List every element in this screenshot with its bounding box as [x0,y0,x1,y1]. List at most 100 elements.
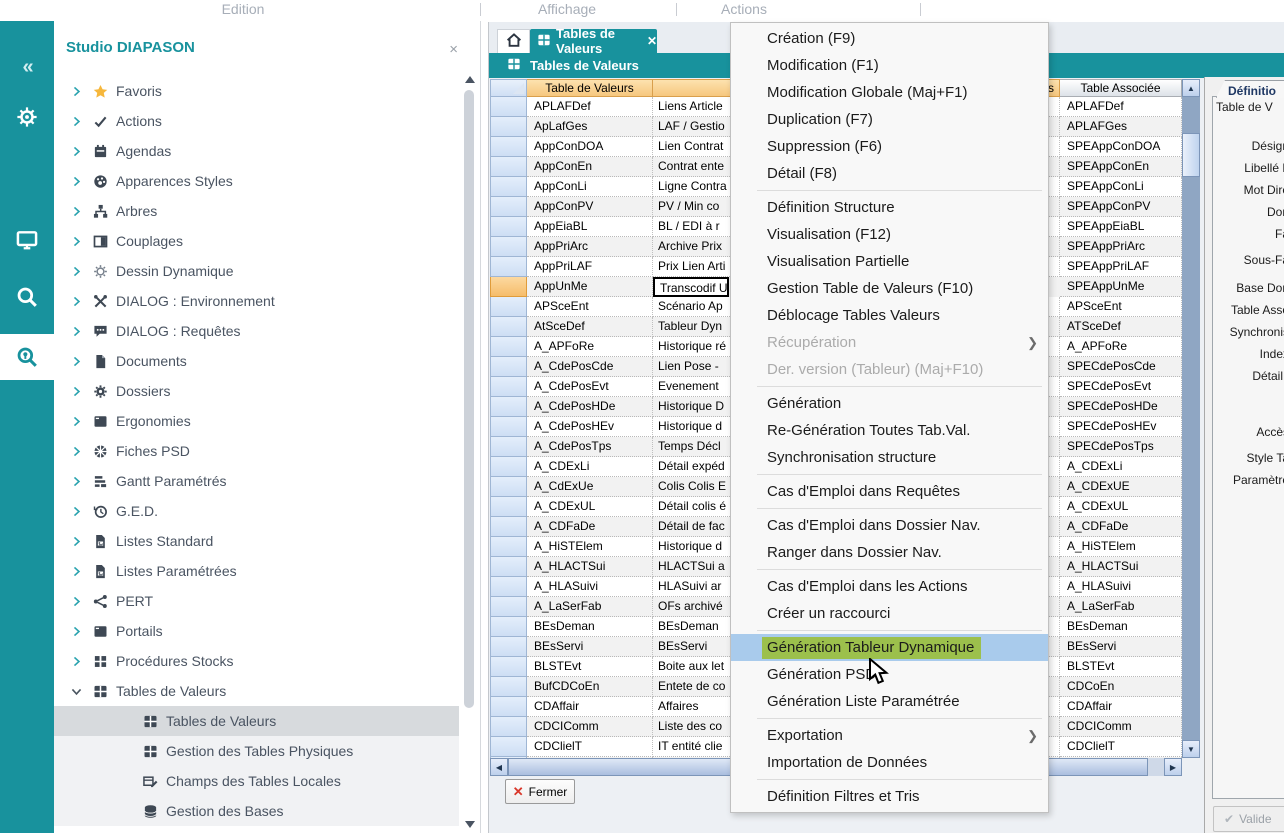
cell-table-associee[interactable]: SPEAppPriArc [1060,237,1182,257]
cell-table-associee[interactable]: SPEAppConPV [1060,197,1182,217]
tree-scroll-up-icon[interactable] [465,76,475,83]
cell-table-name[interactable]: A_HLASuivi [527,577,653,597]
row-selector-cell[interactable] [490,597,527,617]
cell-table-associee[interactable]: SPEAppUnMe [1060,277,1182,297]
cell-table-associee[interactable]: A_HLASuivi [1060,577,1182,597]
menu-item-modification-globale-maj-f1-[interactable]: Modification Globale (Maj+F1) [731,79,1048,106]
tab-close-icon[interactable]: ✕ [647,34,657,48]
menu-item-d-finition-filtres-et-tris[interactable]: Définition Filtres et Tris [731,783,1048,810]
row-selector-cell[interactable] [490,697,527,717]
grid-corner-cell[interactable] [490,79,527,97]
sidebar-item-arbres[interactable]: Arbres [54,196,459,226]
cell-table-name[interactable]: A_CdePosEvt [527,377,653,397]
row-selector-cell[interactable] [490,397,527,417]
cell-table-associee[interactable]: SPECdePosHDe [1060,397,1182,417]
row-selector-cell[interactable] [490,497,527,517]
row-selector-cell[interactable] [490,677,527,697]
validate-button[interactable]: ✔ Valide [1213,806,1284,832]
cell-table-name[interactable]: CDAffair [527,697,653,717]
definition-tab[interactable]: Définitio [1216,80,1284,98]
sidebar-item-couplages[interactable]: Couplages [54,226,459,256]
cell-table-name[interactable]: AppConEn [527,157,653,177]
rail-item-star-icon[interactable] [0,155,54,201]
sidebar-subitem-champs-des-tables-locales[interactable]: Champs des Tables Locales [54,766,459,796]
row-selector-cell[interactable] [490,377,527,397]
cell-table-associee[interactable]: A_CDExUL [1060,497,1182,517]
sidebar-item-dialog-requ-tes[interactable]: DIALOG : Requêtes [54,316,459,346]
row-selector-cell[interactable] [490,157,527,177]
menu-item-g-n-ration[interactable]: Génération [731,390,1048,417]
cell-table-name[interactable]: A_CdePosTps [527,437,653,457]
row-selector-cell[interactable] [490,97,527,117]
cell-table-name[interactable]: A_APFoRe [527,337,653,357]
cell-table-name[interactable]: CDClielT [527,737,653,757]
sidebar-item-g-e-d-[interactable]: G.E.D. [54,496,459,526]
grid-vertical-scrollbar[interactable]: ▲ ▼ [1182,79,1200,758]
cell-table-name[interactable]: A_LaSerFab [527,597,653,617]
cell-table-name[interactable]: A_CdePosHDe [527,397,653,417]
row-selector-cell[interactable] [490,717,527,737]
rail-item-search-location-icon[interactable] [0,334,54,380]
menubar-group-actions[interactable]: Actions [704,1,784,17]
cell-table-name[interactable]: AppConLi [527,177,653,197]
scroll-left-icon[interactable]: ◀ [490,758,508,776]
rail-item-search-icon[interactable] [0,274,54,320]
cell-table-associee[interactable]: SPECdePosCde [1060,357,1182,377]
tree-scroll-thumb[interactable] [464,90,474,708]
cell-table-name[interactable]: AppUnMe [527,277,653,297]
cell-table-associee[interactable]: SPEAppConDOA [1060,137,1182,157]
tab-tables-de-valeurs[interactable]: Tables de Valeurs ✕ [530,29,657,53]
sidebar-item-dialog-environnement[interactable]: DIALOG : Environnement [54,286,459,316]
cell-table-associee[interactable]: ATSceDef [1060,317,1182,337]
menu-item-d-finition-structure[interactable]: Définition Structure [731,194,1048,221]
scroll-up-icon[interactable]: ▲ [1182,79,1200,97]
menu-item-duplication-f7-[interactable]: Duplication (F7) [731,106,1048,133]
row-selector-cell[interactable] [490,637,527,657]
sidebar-item-agendas[interactable]: Agendas [54,136,459,166]
cell-table-name[interactable]: A_CdePosHEv [527,417,653,437]
vscroll-thumb[interactable] [1182,133,1200,177]
cell-table-associee[interactable]: SPEAppConEn [1060,157,1182,177]
cell-table-name[interactable]: AppPriArc [527,237,653,257]
row-selector-cell[interactable] [490,557,527,577]
cell-table-associee[interactable]: A_HLACTSui [1060,557,1182,577]
menu-item-suppression-f6-[interactable]: Suppression (F6) [731,133,1048,160]
sidebar-item-listes-param-tr-es[interactable]: Listes Paramétrées [54,556,459,586]
cell-table-name[interactable]: A_CDExLi [527,457,653,477]
menu-item-modification-f1-[interactable]: Modification (F1) [731,52,1048,79]
cell-table-associee[interactable]: A_CDExLi [1060,457,1182,477]
cell-table-associee[interactable]: SPECdePosHEv [1060,417,1182,437]
cell-table-name[interactable]: A_HLACTSui [527,557,653,577]
cell-table-name[interactable]: A_CDFaDe [527,517,653,537]
close-button[interactable]: ✕ Fermer [505,779,575,804]
tree-scrollbar[interactable] [464,76,474,828]
row-selector-cell[interactable] [490,197,527,217]
row-selector-cell[interactable] [490,357,527,377]
cell-table-name[interactable]: AppEiaBL [527,217,653,237]
menu-item-cr-ation-f9-[interactable]: Création (F9) [731,25,1048,52]
menu-item-g-n-ration-liste-param-tr-e[interactable]: Génération Liste Paramétrée [731,688,1048,715]
cell-table-associee[interactable]: SPEAppConLi [1060,177,1182,197]
sidebar-subitem-gestion-des-bases[interactable]: Gestion des Bases [54,796,459,826]
cell-table-associee[interactable]: BEsDeman [1060,617,1182,637]
sidebar-subitem-tables-de-valeurs[interactable]: Tables de Valeurs [54,706,459,736]
row-selector-cell[interactable] [490,277,527,297]
cell-table-name[interactable]: A_CdExUe [527,477,653,497]
sidebar-item-favoris[interactable]: Favoris [54,76,459,106]
cell-table-name[interactable]: ApLafGes [527,117,653,137]
cell-table-name[interactable]: A_CDExUL [527,497,653,517]
menu-item-cas-d-emploi-dans-requ-tes[interactable]: Cas d'Emploi dans Requêtes [731,478,1048,505]
cell-table-name[interactable]: AtSceDef [527,317,653,337]
cell-table-associee[interactable]: APLAFGes [1060,117,1182,137]
cell-table-name[interactable]: AppPriLAF [527,257,653,277]
row-selector-cell[interactable] [490,737,527,757]
row-selector-cell[interactable] [490,457,527,477]
sidebar-item-tables-de-valeurs[interactable]: Tables de Valeurs [54,676,459,706]
menu-item-cr-er-un-raccourci[interactable]: Créer un raccourci [731,600,1048,627]
cell-table-name[interactable]: A_HiSTElem [527,537,653,557]
cell-table-associee[interactable]: CDClielT [1060,737,1182,757]
cell-table-name[interactable]: APSceEnt [527,297,653,317]
row-selector-cell[interactable] [490,517,527,537]
sidebar-item-apparences-styles[interactable]: Apparences Styles [54,166,459,196]
sidebar-item-actions[interactable]: Actions [54,106,459,136]
